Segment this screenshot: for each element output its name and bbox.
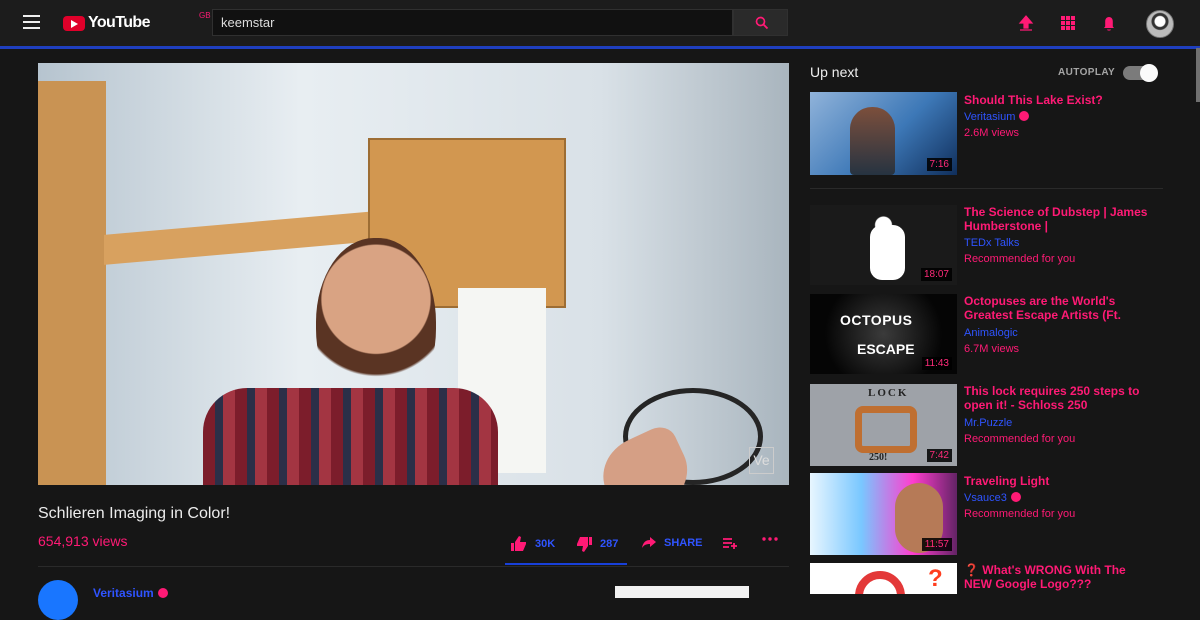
channel-name-text: Veritasium xyxy=(93,586,154,600)
save-to-playlist-button[interactable] xyxy=(722,536,738,550)
video-title: Schlieren Imaging in Color! xyxy=(38,505,231,522)
more-icon xyxy=(762,537,778,541)
apps-icon[interactable] xyxy=(1058,13,1078,33)
recommendation-channel-4[interactable]: Mr.Puzzle xyxy=(964,417,1012,429)
upload-icon[interactable] xyxy=(1016,13,1036,33)
verified-icon xyxy=(1019,111,1030,121)
recommendation-meta-4: Recommended for you xyxy=(964,433,1076,445)
autoplay-label: AUTOPLAY xyxy=(1058,67,1116,78)
recommendation-thumbnail-3[interactable]: OCTOPUS ESCAPE 11:43 xyxy=(810,294,957,374)
top-bar: YouTube GB keemstar xyxy=(0,0,1200,46)
recommendation-title-5[interactable]: Traveling Light xyxy=(964,474,1154,488)
duration-badge: 11:57 xyxy=(921,538,952,551)
topbar-progress-line xyxy=(0,46,1200,49)
recommendation-title-4[interactable]: This lock requires 250 steps to open it!… xyxy=(964,384,1154,412)
thumbnail-text-octopus: OCTOPUS xyxy=(840,312,913,328)
duration-badge: 18:07 xyxy=(920,268,952,281)
scrollbar[interactable] xyxy=(1196,48,1200,102)
recommendation-title-1[interactable]: Should This Lake Exist? xyxy=(964,93,1154,107)
video-info-divider xyxy=(38,566,789,567)
video-player[interactable]: Ve xyxy=(38,63,789,485)
up-next-divider xyxy=(810,188,1163,189)
question-icon: ❓ xyxy=(964,563,979,577)
search-icon xyxy=(755,16,769,30)
video-frame-shelf xyxy=(38,81,106,485)
menu-icon[interactable] xyxy=(23,15,40,29)
recommendation-meta-5: Recommended for you xyxy=(964,508,1076,520)
up-next-heading: Up next xyxy=(810,64,859,80)
verified-icon xyxy=(157,588,168,598)
recommendation-thumbnail-5[interactable]: 11:57 xyxy=(810,473,957,555)
duration-badge: 7:42 xyxy=(926,449,952,462)
recommendation-meta-1: 2.6M views xyxy=(964,127,1020,139)
recommendation-meta-2: Recommended for you xyxy=(964,253,1076,265)
verified-icon xyxy=(1010,492,1021,502)
thumbs-down-icon xyxy=(577,537,592,552)
account-avatar[interactable] xyxy=(1146,10,1174,38)
recommendation-channel-2[interactable]: TEDx Talks xyxy=(964,237,1019,249)
duration-badge: 11:43 xyxy=(921,357,952,370)
autoplay-toggle-knob xyxy=(1140,64,1158,82)
recommendation-channel-text-5: Vsauce3 xyxy=(964,492,1007,504)
view-count: 654,913 views xyxy=(38,533,128,549)
recommendation-thumbnail-4[interactable]: LOCK 250! 7:42 xyxy=(810,384,957,466)
country-code: GB xyxy=(199,11,211,20)
logo-text: YouTube xyxy=(88,14,150,31)
dislike-count: 287 xyxy=(600,538,619,550)
dislike-button[interactable]: 287 xyxy=(575,536,618,552)
thumbnail-text-lock: LOCK xyxy=(868,387,909,399)
recommendation-channel-3[interactable]: Animalogic xyxy=(964,327,1018,339)
more-actions-button[interactable] xyxy=(761,536,779,542)
youtube-logo-icon xyxy=(63,15,85,31)
video-frame-person-head xyxy=(316,238,436,413)
recommendation-title-2[interactable]: The Science of Dubstep | James Humbersto… xyxy=(964,205,1154,233)
recommendation-thumbnail-1[interactable]: 7:16 xyxy=(810,92,957,175)
youtube-logo[interactable]: YouTube GB xyxy=(63,11,211,34)
channel-avatar[interactable] xyxy=(38,580,78,620)
share-button[interactable]: SHARE xyxy=(641,536,703,550)
recommendation-title-3[interactable]: Octopuses are the World's Greatest Escap… xyxy=(964,294,1154,322)
recommendation-channel-1[interactable]: Veritasium xyxy=(964,111,1030,123)
recommendation-thumbnail-2[interactable]: 18:07 xyxy=(810,205,957,285)
recommendation-channel-5[interactable]: Vsauce3 xyxy=(964,492,1021,504)
like-button[interactable]: 30K xyxy=(510,536,555,552)
channel-watermark[interactable]: Ve xyxy=(749,447,774,474)
recommendation-meta-3: 6.7M views xyxy=(964,343,1020,355)
share-icon xyxy=(642,537,656,548)
channel-name[interactable]: Veritasium xyxy=(93,586,168,600)
add-to-playlist-icon xyxy=(723,538,737,549)
share-label: SHARE xyxy=(664,537,703,549)
recommendation-thumbnail-6[interactable]: ? xyxy=(810,563,957,594)
search-button[interactable] xyxy=(733,9,788,36)
like-dislike-bar xyxy=(505,563,627,565)
like-count: 30K xyxy=(535,538,556,550)
autoplay-toggle[interactable] xyxy=(1123,64,1158,82)
search-input[interactable]: keemstar xyxy=(212,9,733,36)
recommendation-title-text-6: What's WRONG With The NEW Google Logo??? xyxy=(964,563,1126,591)
thumbnail-text-250: 250! xyxy=(869,452,888,463)
recommendation-channel-text-1: Veritasium xyxy=(964,111,1016,123)
recommendation-title-6[interactable]: ❓ What's WRONG With The NEW Google Logo?… xyxy=(964,563,1154,591)
thumbs-up-icon xyxy=(511,536,526,551)
duration-badge: 7:16 xyxy=(926,158,952,171)
thumbnail-text-escape: ESCAPE xyxy=(857,341,915,357)
notifications-icon[interactable] xyxy=(1099,13,1119,33)
subscribe-button[interactable] xyxy=(615,586,749,598)
